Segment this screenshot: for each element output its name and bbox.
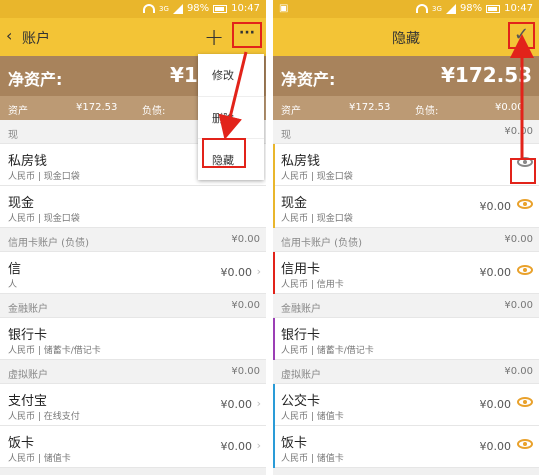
- back-arrow-icon[interactable]: ‹: [6, 27, 12, 45]
- eye-highlight-box: [510, 158, 536, 184]
- net-asset-value: ¥172.53: [441, 63, 533, 87]
- liability-label: 负债:: [142, 106, 166, 117]
- confirm-check-icon[interactable]: ✓: [508, 22, 535, 49]
- hide-accounts-screen: ▣ 3G 98% 10:47 隐藏 ✓ 净资产: ¥172.53 资产 ¥172…: [273, 0, 539, 475]
- account-row-meal-card[interactable]: 饭卡 人民币 | 储值卡 ¥0.00 ›: [0, 426, 266, 468]
- network-type: 3G: [159, 4, 169, 13]
- account-row-bank-card[interactable]: 银行卡 人民币 | 储蓄卡/借记卡: [0, 318, 266, 360]
- group-header-finance: 金融账户 ¥0.00: [0, 294, 266, 318]
- account-row-meal-card: 饭卡 人民币 | 储值卡 ¥0.00: [273, 426, 539, 468]
- chevron-right-icon: ›: [256, 439, 261, 452]
- visible-eye-icon[interactable]: [517, 265, 533, 275]
- group-header-finance: 金融账户 ¥0.00: [273, 294, 539, 318]
- signal-icon: [172, 3, 183, 14]
- group-header-credit: 信用卡账户 (负债) ¥0.00: [0, 228, 266, 252]
- group-header-cash: 现 ¥0.00: [273, 120, 539, 144]
- app-bar: ‹ 账户 + ···: [0, 18, 266, 56]
- status-bar: ▣ 3G 98% 10:47: [273, 0, 539, 18]
- status-bar: 3G 98% 10:47: [0, 0, 266, 18]
- clock: 10:47: [231, 3, 260, 14]
- accounts-screen: 3G 98% 10:47 ‹ 账户 + ··· 净资产: ¥1 资产 ¥172.…: [0, 0, 266, 475]
- more-menu-button[interactable]: ···: [232, 22, 262, 48]
- visible-eye-icon[interactable]: [517, 199, 533, 209]
- net-asset-value: ¥1: [170, 63, 198, 87]
- visible-eye-icon[interactable]: [517, 439, 533, 449]
- asset-summary-bar: 资产 ¥172.53 负债: ¥0.00: [273, 96, 539, 120]
- account-row-bank-card: 银行卡 人民币 | 储蓄卡/借记卡: [273, 318, 539, 360]
- group-header-credit: 信用卡账户 (负债) ¥0.00: [273, 228, 539, 252]
- account-row-alipay[interactable]: 支付宝 人民币 | 在线支付 ¥0.00 ›: [0, 384, 266, 426]
- account-row-cash[interactable]: 现金 人民币 | 现金口袋: [0, 186, 266, 228]
- hide-highlight-box: [202, 138, 246, 168]
- liability-value: ¥0.00: [495, 102, 524, 113]
- battery-icon: [213, 4, 228, 13]
- account-row-credit-card[interactable]: 信 人 ¥0.00 ›: [0, 252, 266, 294]
- page-title: 隐藏: [392, 31, 420, 47]
- page-title: 账户: [22, 31, 50, 47]
- account-row-private-money: 私房钱 人民币 | 现金口袋: [273, 144, 539, 186]
- menu-item-delete[interactable]: 删除: [198, 96, 264, 137]
- add-account-button[interactable]: +: [204, 25, 224, 49]
- wifi-icon: [416, 4, 429, 13]
- chevron-right-icon: ›: [256, 397, 261, 410]
- menu-item-edit[interactable]: 修改: [198, 54, 264, 94]
- visible-eye-icon[interactable]: [517, 397, 533, 407]
- net-asset-label: 净资产:: [281, 70, 336, 89]
- asset-label: 资产: [8, 106, 28, 117]
- image-icon: ▣: [279, 3, 289, 14]
- app-bar: 隐藏 ✓: [273, 18, 539, 56]
- asset-label: 资产: [281, 106, 301, 117]
- liability-label: 负债:: [415, 106, 439, 117]
- account-row-credit-card: 信用卡 人民币 | 信用卡 ¥0.00: [273, 252, 539, 294]
- chevron-right-icon: ›: [256, 265, 261, 278]
- account-row-cash: 现金 人民币 | 现金口袋 ¥0.00: [273, 186, 539, 228]
- network-type: 3G: [432, 4, 442, 13]
- battery-icon: [486, 4, 501, 13]
- signal-icon: [445, 3, 456, 14]
- clock: 10:47: [504, 3, 533, 14]
- account-list: 现 ¥0.00 私房钱 人民币 | 现金口袋 现金 人民币 | 现金口袋 ¥0.…: [273, 120, 539, 468]
- account-row-bus-card: 公交卡 人民币 | 储值卡 ¥0.00: [273, 384, 539, 426]
- battery-percent: 98%: [186, 3, 210, 14]
- group-header-virtual: 虚拟账户 ¥0.00: [273, 360, 539, 384]
- battery-percent: 98%: [459, 3, 483, 14]
- panel-divider: [266, 0, 273, 475]
- asset-value: ¥172.53: [349, 102, 391, 113]
- net-asset-label: 净资产:: [8, 70, 63, 89]
- wifi-icon: [143, 4, 156, 13]
- group-header-virtual: 虚拟账户 ¥0.00: [0, 360, 266, 384]
- net-asset-bar: 净资产: ¥172.53: [273, 56, 539, 96]
- asset-value: ¥172.53: [76, 102, 118, 113]
